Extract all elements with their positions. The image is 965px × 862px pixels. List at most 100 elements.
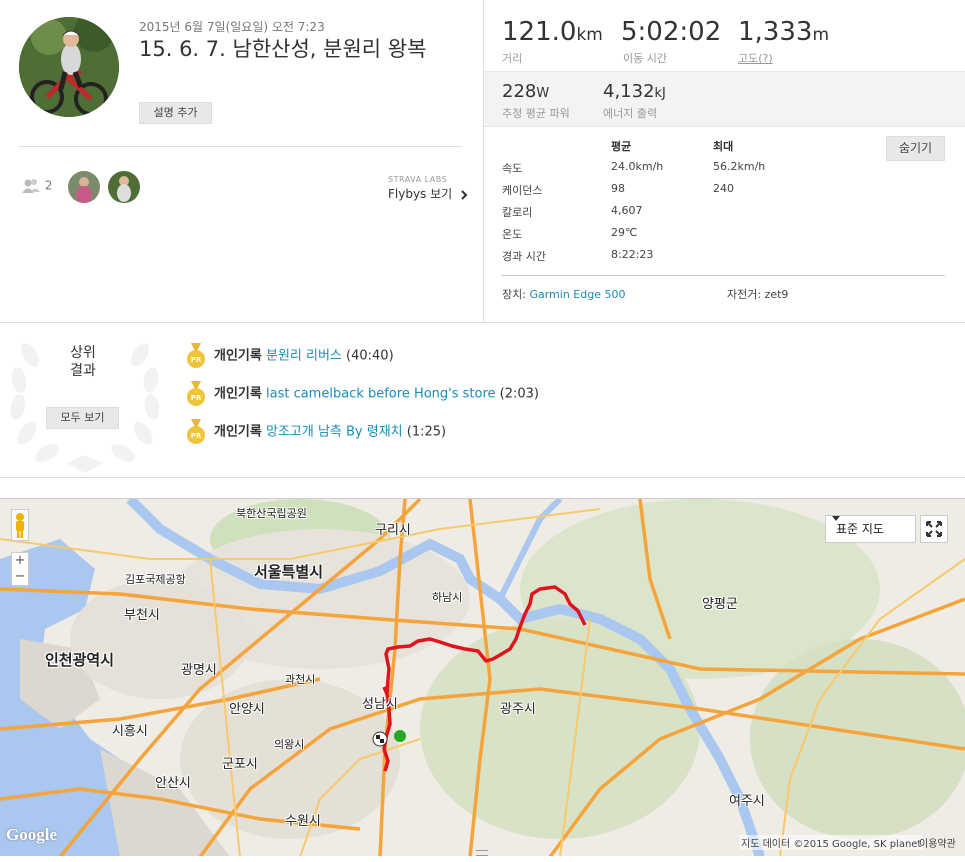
divider xyxy=(0,477,965,478)
energy-stat: 4,132kJ xyxy=(603,81,666,102)
kudos-count[interactable]: 2 xyxy=(21,178,52,194)
map-label: 양평군 xyxy=(702,597,738,612)
distance-unit: km xyxy=(576,25,603,45)
row-label: 경과 시간 xyxy=(502,250,546,263)
kudos-avatar[interactable] xyxy=(108,171,140,203)
map-label: 안산시 xyxy=(155,776,191,791)
power-unit: W xyxy=(536,86,550,101)
map-label: 광명시 xyxy=(181,663,217,678)
energy-unit: kJ xyxy=(654,86,666,101)
pr-time: (1:25) xyxy=(406,424,447,440)
elevation-stat: 1,333m xyxy=(738,17,829,47)
map-label: 수원시 xyxy=(285,814,321,829)
hide-details-button[interactable]: 숨기기 xyxy=(886,136,945,161)
column-header-max: 최대 xyxy=(713,140,734,153)
map-label: 의왕시 xyxy=(274,738,305,751)
device-label: 장치: xyxy=(502,288,526,301)
elevation-help-link[interactable]: 고도(?) xyxy=(738,50,773,66)
pr-badge-text: PR xyxy=(191,432,202,440)
pr-badge-text: PR xyxy=(191,356,202,364)
map-label: 김포국제공항 xyxy=(125,573,186,586)
map-resize-handle[interactable] xyxy=(476,850,488,856)
column-divider xyxy=(483,0,484,322)
pr-item: PR 개인기록 last camelback before Hong's stor… xyxy=(186,381,539,407)
row-avg: 29℃ xyxy=(611,226,638,239)
distance-value: 121.0 xyxy=(502,17,577,47)
segment-link[interactable]: 분원리 리버스 xyxy=(266,349,342,364)
flybys-link[interactable]: Flybys 보기 xyxy=(388,185,468,202)
map-type-label: 표준 지도 xyxy=(836,522,884,536)
heading-line: 상위 xyxy=(70,345,96,361)
map-label: 성남시 xyxy=(362,697,398,712)
fullscreen-icon xyxy=(926,521,942,537)
caret-down-icon xyxy=(832,516,840,521)
device-info: 장치: Garmin Edge 500 xyxy=(502,286,625,302)
street-view-pegman-icon[interactable] xyxy=(11,509,29,541)
zoom-in-button[interactable]: + xyxy=(12,553,28,569)
moving-time-stat: 5:02:02 xyxy=(621,17,721,47)
map-label: 하남시 xyxy=(432,591,463,604)
row-label: 온도 xyxy=(502,228,523,241)
pr-medal-icon: PR xyxy=(187,419,205,444)
zoom-out-button[interactable]: − xyxy=(12,569,28,585)
row-avg: 24.0km/h xyxy=(611,160,664,173)
terms-link[interactable]: 이용약관 xyxy=(919,835,956,850)
distance-label: 거리 xyxy=(502,52,523,65)
divider xyxy=(19,146,462,147)
segment-link[interactable]: 망조고개 남측 By 령재치 xyxy=(266,425,403,440)
activity-title: 15. 6. 7. 남한산성, 분원리 왕복 xyxy=(139,37,427,61)
strava-labs-label: STRAVA LABS xyxy=(388,175,448,184)
map-label: 과천시 xyxy=(285,673,316,686)
column-header-avg: 평균 xyxy=(611,140,632,153)
kudos-avatar[interactable] xyxy=(68,171,100,203)
distance-stat: 121.0km xyxy=(502,17,603,47)
map-type-select[interactable]: 표준 지도 xyxy=(825,515,916,543)
heading-line: 결과 xyxy=(70,363,96,379)
see-all-button[interactable]: 모두 보기 xyxy=(46,407,119,429)
power-summary-box: 228W 추정 평균 파워 4,132kJ 에너지 출력 xyxy=(484,71,965,127)
pr-medal-icon: PR xyxy=(187,381,205,406)
divider xyxy=(0,322,965,323)
power-stat: 228W xyxy=(502,81,549,102)
device-link[interactable]: Garmin Edge 500 xyxy=(529,288,625,301)
add-description-button[interactable]: 설명 추가 xyxy=(139,102,212,124)
route-map[interactable]: 북한산국립공원 구리시 서울특별시 김포국제공항 부천시 인천광역시 하남시 양… xyxy=(0,498,965,856)
segment-link[interactable]: last camelback before Hong's store xyxy=(266,387,496,402)
map-label: 부천시 xyxy=(124,608,160,623)
google-logo: Google xyxy=(6,825,57,844)
pr-prefix: 개인기록 xyxy=(214,424,262,440)
bike-value: zet9 xyxy=(764,288,789,301)
map-canvas[interactable] xyxy=(0,499,965,856)
map-label: 시흥시 xyxy=(112,724,148,739)
power-value: 228 xyxy=(502,81,537,102)
row-label: 칼로리 xyxy=(502,206,533,219)
flybys-label: Flybys 보기 xyxy=(388,187,453,201)
bike-label: 자전거: xyxy=(727,288,762,301)
pr-item: PR 개인기록 분원리 리버스 (40:40) xyxy=(186,343,394,369)
row-max: 56.2km/h xyxy=(713,160,766,173)
fullscreen-button[interactable] xyxy=(920,515,948,543)
pr-item: PR 개인기록 망조고개 남측 By 령재치 (1:25) xyxy=(186,419,446,445)
row-avg: 98 xyxy=(611,182,625,195)
map-copyright: 지도 데이터 ©2015 Google, SK planet xyxy=(739,835,924,850)
map-label: 북한산국립공원 xyxy=(236,507,307,520)
athlete-avatar[interactable] xyxy=(19,17,119,117)
power-label: 추정 평균 파워 xyxy=(502,107,570,120)
pr-badge-text: PR xyxy=(191,394,202,402)
moving-time-label: 이동 시간 xyxy=(623,52,667,65)
row-label: 속도 xyxy=(502,162,523,175)
row-avg: 4,607 xyxy=(611,204,643,217)
moving-time-value: 5:02:02 xyxy=(621,17,722,47)
activity-date: 2015년 6월 7일(일요일) 오전 7:23 xyxy=(139,20,325,34)
map-label: 안양시 xyxy=(229,702,265,717)
row-max: 240 xyxy=(713,182,734,195)
top-results-heading: 상위 결과 xyxy=(52,344,114,380)
elevation-unit: m xyxy=(812,25,829,45)
pr-time: (40:40) xyxy=(346,348,394,364)
row-label: 케이던스 xyxy=(502,184,543,197)
finish-marker-icon xyxy=(372,731,388,747)
elevation-value: 1,333 xyxy=(738,17,813,47)
kudos-number: 2 xyxy=(44,178,53,193)
start-marker-icon xyxy=(394,730,406,742)
kudos-icon xyxy=(22,179,40,193)
